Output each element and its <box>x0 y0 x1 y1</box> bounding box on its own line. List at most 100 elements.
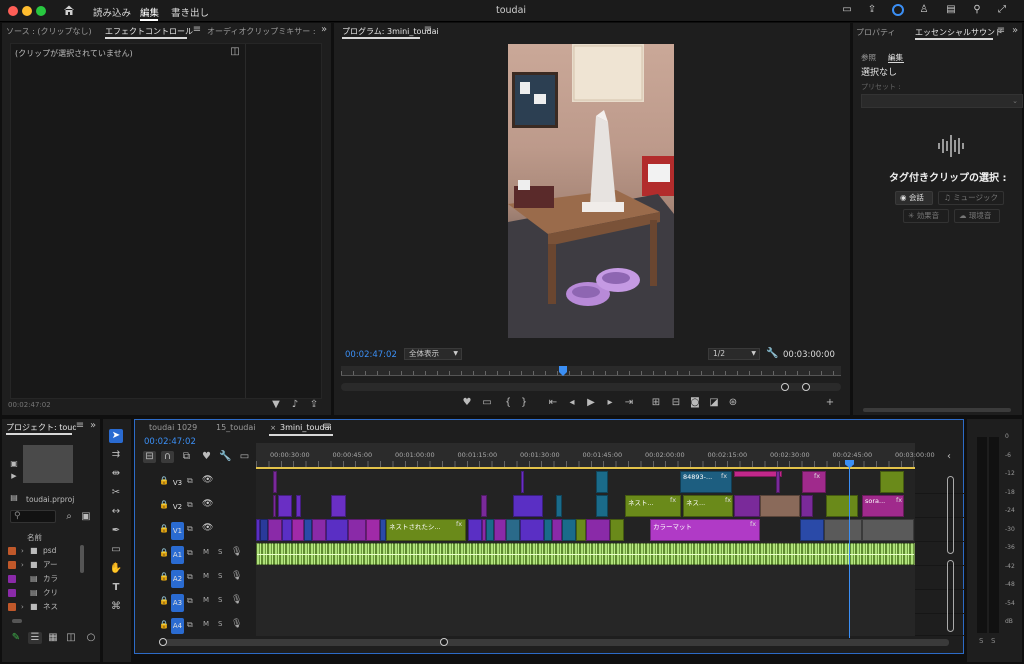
clip[interactable] <box>292 519 304 541</box>
track-target-badge[interactable]: V1 <box>171 522 184 540</box>
eye-icon[interactable]: 👁 <box>202 499 213 509</box>
ruler-scroll-icon[interactable]: ‹ <box>945 451 953 463</box>
linked-selection-icon[interactable]: ⧉ <box>180 451 193 463</box>
snap-icon[interactable]: ∩ <box>161 451 174 463</box>
slip-icon[interactable]: ↔ <box>109 506 123 518</box>
clip[interactable] <box>826 495 858 517</box>
clip[interactable] <box>520 519 544 541</box>
selection-tool-icon[interactable]: ➤ <box>109 429 123 443</box>
lock-icon[interactable]: 🔒 <box>159 572 169 581</box>
chevron-right-icon[interactable]: › <box>21 601 24 613</box>
panel-layout-icon[interactable]: ◫ <box>229 46 241 58</box>
clip[interactable] <box>610 519 624 541</box>
filter-icon[interactable]: ▼ <box>270 399 282 411</box>
remix-icon[interactable]: ⌘ <box>109 601 123 613</box>
rectangle-icon[interactable]: ▭ <box>109 544 123 556</box>
export-icon[interactable]: ⇪ <box>308 399 320 411</box>
panel-menu-icon[interactable]: ≡ <box>423 24 433 36</box>
clip[interactable] <box>521 471 524 493</box>
icon-view-icon[interactable]: ▦ <box>47 632 59 644</box>
toggle-sync-lock-icon[interactable]: ⧉ <box>187 596 193 606</box>
pencil-icon[interactable]: ✎ <box>10 632 22 644</box>
list-item[interactable]: › ■ psd <box>8 545 80 558</box>
zoom-handle-left[interactable] <box>159 638 167 646</box>
mute-button[interactable]: M <box>203 620 209 628</box>
chevron-right-icon[interactable]: › <box>21 559 24 571</box>
resolution-select[interactable]: 1/2 ▼ <box>708 348 760 360</box>
panel-menu-icon[interactable]: ≡ <box>322 421 332 433</box>
horizontal-scrollbar[interactable] <box>12 619 22 623</box>
clip[interactable] <box>596 495 608 517</box>
music-button[interactable]: ♫ ミュージック <box>938 191 1004 205</box>
panel-menu-icon[interactable]: ≡ <box>75 420 85 432</box>
search-icon[interactable]: ⚲ <box>971 4 983 16</box>
type-icon[interactable]: T <box>109 582 123 594</box>
chevron-right-icon[interactable]: › <box>21 545 24 557</box>
safe-margins-icon[interactable]: ▭ <box>481 397 493 409</box>
toggle-sync-lock-icon[interactable]: ⧉ <box>187 524 193 534</box>
column-name-header[interactable]: 名前 <box>27 532 42 543</box>
list-view-icon[interactable]: ☰ <box>28 632 42 644</box>
track-target-badge[interactable]: A4 <box>171 618 184 634</box>
captions-icon[interactable]: ▭ <box>238 451 251 463</box>
list-scrollbar[interactable] <box>80 545 84 573</box>
clip[interactable] <box>296 495 301 517</box>
microphone-icon[interactable]: 🎙 <box>231 619 242 629</box>
video-frame[interactable] <box>508 44 674 338</box>
ambience-button[interactable]: ☁ 環境音 <box>954 209 1000 223</box>
overflow-icon[interactable]: » <box>88 420 98 432</box>
menu-export[interactable]: 書き出し <box>171 5 209 19</box>
video-scrollbar[interactable] <box>947 476 954 554</box>
menu-edit[interactable]: 編集 <box>140 5 159 19</box>
lock-icon[interactable]: 🔒 <box>159 500 169 509</box>
fullscreen-icon[interactable]: ⤢ <box>996 4 1008 16</box>
clip[interactable] <box>468 519 482 541</box>
tab-source[interactable]: ソース : (クリップなし) <box>6 26 92 37</box>
clip[interactable] <box>304 519 312 541</box>
play-thumbnail-icon[interactable]: ▶ <box>8 470 20 482</box>
clip-nested-seq[interactable]: ネストされたシ... <box>386 519 466 541</box>
mark-in-icon[interactable]: { <box>502 397 514 409</box>
clip[interactable] <box>273 495 276 517</box>
clip-color-matte[interactable]: カラーマット <box>650 519 760 541</box>
track-target-badge[interactable]: V3 <box>171 474 184 492</box>
program-scrub-bar[interactable] <box>341 366 841 376</box>
clip[interactable] <box>268 519 282 541</box>
lift-icon[interactable]: ⊞ <box>650 397 662 409</box>
subtab-browse[interactable]: 参照 <box>861 52 876 63</box>
mute-button[interactable]: M <box>203 572 209 580</box>
preset-select[interactable]: ⌄ <box>861 94 1023 108</box>
camera-icon[interactable]: ◙ <box>689 397 701 409</box>
freeform-view-icon[interactable]: ◫ <box>65 632 77 644</box>
lock-icon[interactable]: 🔒 <box>159 596 169 605</box>
microphone-icon[interactable]: 🎙 <box>231 571 242 581</box>
clip[interactable] <box>862 519 914 541</box>
clip[interactable] <box>278 495 292 517</box>
microphone-icon[interactable]: 🎙 <box>231 547 242 557</box>
tab-audio-clip-mixer[interactable]: オーディオクリップミキサー : 3mini <box>207 26 317 37</box>
toggle-sync-lock-icon[interactable]: ⧉ <box>187 620 193 630</box>
go-to-out-icon[interactable]: ⇥ <box>623 397 635 409</box>
eye-icon[interactable]: 👁 <box>202 475 213 485</box>
clip[interactable] <box>596 471 608 493</box>
compare-icon[interactable]: ◪ <box>708 397 720 409</box>
fit-select[interactable]: 全体表示 ▼ <box>404 348 462 360</box>
mark-out-icon[interactable]: } <box>518 397 530 409</box>
mute-button[interactable]: M <box>203 596 209 604</box>
time-ruler[interactable]: 00:00:30:00 00:00:45:00 00:01:00:00 00:01:1… <box>256 443 935 469</box>
clip-pink-top[interactable] <box>734 471 782 477</box>
toggle-sync-lock-icon[interactable]: ⧉ <box>187 548 193 558</box>
audio-scrollbar[interactable] <box>947 560 954 632</box>
track-target-badge[interactable]: A3 <box>171 594 184 612</box>
panel-menu-icon[interactable]: ≡ <box>996 25 1006 37</box>
play-audio-icon[interactable]: ♪ <box>289 399 301 411</box>
dialogue-button[interactable]: ◉ 会話 <box>895 191 933 205</box>
clip[interactable] <box>506 519 520 541</box>
close-icon[interactable]: × <box>269 422 277 434</box>
ripple-edit-icon[interactable]: ⇹ <box>109 468 123 480</box>
zoom-handle-right[interactable] <box>440 638 448 646</box>
list-item[interactable]: ▤ カラ <box>8 573 80 586</box>
list-item[interactable]: ▤ クリ <box>8 587 80 600</box>
nest-toggle-icon[interactable]: ⊟ <box>143 451 156 463</box>
clip[interactable] <box>513 495 543 517</box>
